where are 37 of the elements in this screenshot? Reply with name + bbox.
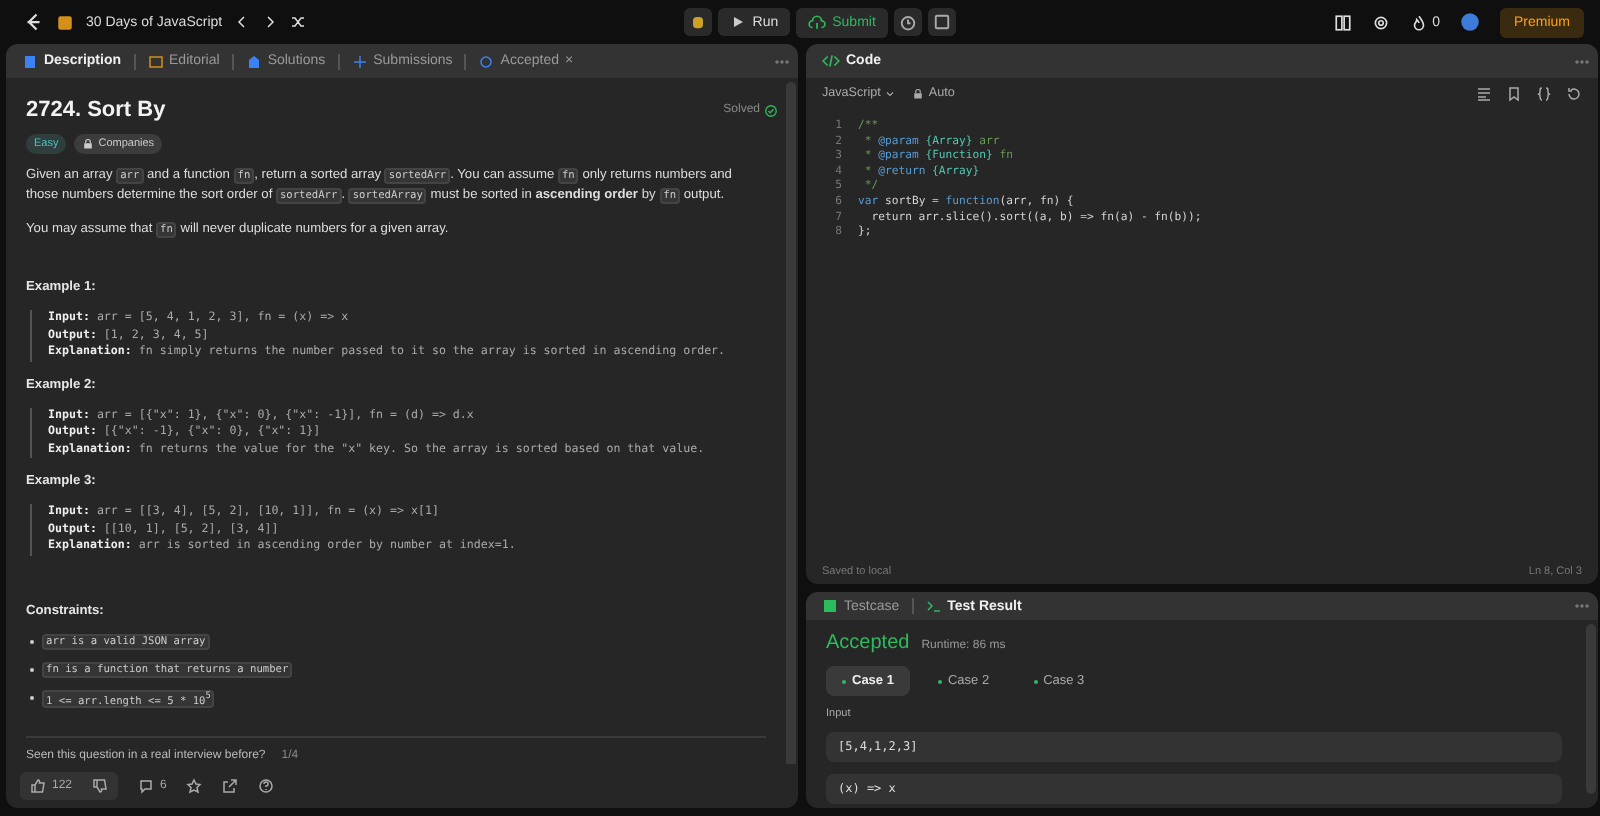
verdict: Accepted bbox=[826, 632, 910, 654]
layout-icon[interactable] bbox=[1334, 13, 1353, 31]
share-icon[interactable] bbox=[222, 778, 239, 794]
next-icon[interactable] bbox=[262, 14, 279, 30]
checkbox-icon bbox=[822, 598, 838, 614]
star-icon[interactable] bbox=[186, 778, 203, 794]
lock-icon bbox=[82, 138, 95, 150]
settings-icon[interactable] bbox=[1372, 13, 1391, 31]
shuffle-icon[interactable] bbox=[290, 14, 307, 30]
play-icon bbox=[730, 14, 747, 30]
braces-icon[interactable] bbox=[1536, 85, 1552, 101]
help-icon[interactable] bbox=[258, 778, 275, 794]
debug-button[interactable] bbox=[684, 8, 713, 36]
more-icon[interactable] bbox=[1574, 598, 1590, 614]
book-icon bbox=[147, 53, 164, 69]
check-circle-icon bbox=[764, 103, 778, 117]
document-icon bbox=[22, 53, 38, 69]
avatar-icon[interactable] bbox=[1459, 12, 1480, 32]
study-plan-icon bbox=[56, 13, 74, 31]
reset-icon[interactable] bbox=[1566, 85, 1582, 101]
problem-title: 2724. Sort By bbox=[26, 98, 166, 122]
timer-button[interactable] bbox=[893, 8, 922, 36]
previous-icon[interactable] bbox=[234, 14, 251, 30]
code-icon bbox=[822, 52, 840, 70]
note-icon bbox=[931, 12, 952, 32]
thumbs-up-icon bbox=[30, 778, 46, 794]
chevron-down-icon bbox=[884, 87, 897, 99]
lock-icon bbox=[912, 87, 925, 99]
comment-icon[interactable] bbox=[138, 778, 155, 794]
flame-icon bbox=[1410, 13, 1429, 31]
terminal-icon bbox=[925, 598, 942, 614]
cloud-upload-icon bbox=[808, 13, 827, 31]
format-icon[interactable] bbox=[1476, 85, 1492, 101]
bookmark-icon[interactable] bbox=[1506, 85, 1522, 101]
thumbs-down-icon bbox=[92, 778, 109, 794]
alarm-clock-icon bbox=[897, 12, 918, 32]
notes-button[interactable] bbox=[927, 8, 956, 36]
